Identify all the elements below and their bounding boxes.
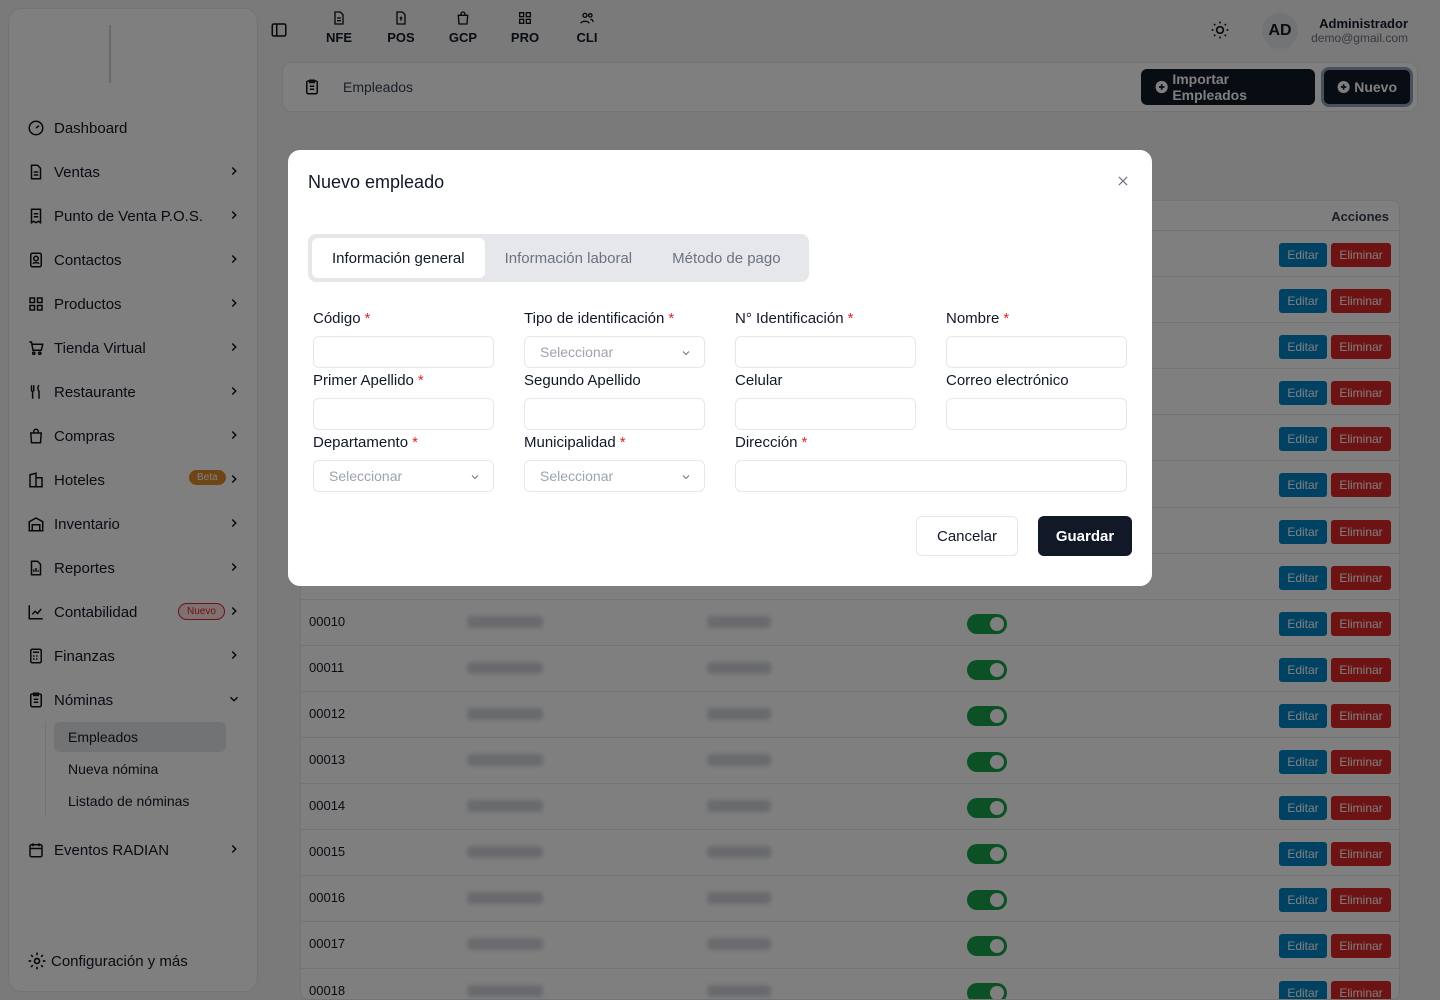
- correo-input[interactable]: [946, 398, 1127, 430]
- chevron-down-icon: [471, 475, 479, 480]
- codigo-label: Código *: [313, 310, 494, 330]
- nombre-input[interactable]: [946, 336, 1127, 368]
- codigo-field-group: Código *: [313, 310, 494, 368]
- required-mark: *: [847, 310, 854, 327]
- primer-apellido-input[interactable]: [313, 398, 494, 430]
- celular-input[interactable]: [735, 398, 916, 430]
- direccion-label: Dirección *: [735, 434, 1127, 454]
- modal-title: Nuevo empleado: [308, 172, 445, 192]
- direccion-field-group: Dirección *: [735, 434, 1127, 492]
- correo-label: Correo electrónico: [946, 372, 1069, 389]
- tipo-id-label: Tipo de identificación *: [524, 310, 705, 330]
- direccion-input[interactable]: [735, 460, 1127, 492]
- segundo-apellido-label: Segundo Apellido: [524, 372, 641, 389]
- label-text: Nombre: [946, 310, 1000, 327]
- tab-metodo-de-pago[interactable]: Método de pago: [652, 238, 800, 278]
- celular-label: Celular: [735, 372, 783, 389]
- chevron-down-icon: [682, 475, 690, 480]
- departamento-label: Departamento *: [313, 434, 494, 454]
- departamento-select[interactable]: Seleccionar: [313, 460, 494, 492]
- tipo-id-field-group: Tipo de identificación * Seleccionar: [524, 310, 705, 368]
- codigo-input[interactable]: [313, 336, 494, 368]
- num-id-input[interactable]: [735, 336, 916, 368]
- required-mark: *: [619, 434, 626, 451]
- label-text: Tipo de identificación: [524, 310, 665, 327]
- label-text: Código: [313, 310, 361, 327]
- label-text: Dirección: [735, 434, 798, 451]
- select-placeholder: Seleccionar: [329, 468, 403, 484]
- chevron-down-icon: [682, 351, 690, 356]
- primer-apellido-field-group: Primer Apellido *: [313, 372, 494, 430]
- tab-informacion-laboral[interactable]: Información laboral: [485, 238, 653, 278]
- tab-informacion-general[interactable]: Información general: [312, 238, 485, 278]
- nombre-field-group: Nombre *: [946, 310, 1127, 368]
- required-mark: *: [412, 434, 418, 451]
- required-mark: *: [364, 310, 371, 327]
- departamento-field-group: Departamento * Seleccionar: [313, 434, 494, 492]
- label-text: Departamento: [313, 434, 409, 451]
- primer-apellido-label: Primer Apellido *: [313, 372, 494, 392]
- required-mark: *: [801, 434, 808, 451]
- label-text: Primer Apellido: [313, 372, 414, 389]
- select-placeholder: Seleccionar: [540, 468, 614, 484]
- municipalidad-field-group: Municipalidad * Seleccionar: [524, 434, 705, 492]
- num-id-field-group: N° Identificación *: [735, 310, 916, 368]
- close-icon[interactable]: [1116, 174, 1130, 188]
- modal-tabs: Información general Información laboral …: [308, 234, 809, 282]
- cancel-button[interactable]: Cancelar: [916, 516, 1018, 556]
- correo-field-group: Correo electrónico: [946, 372, 1127, 430]
- label-text: Municipalidad: [524, 434, 616, 451]
- required-mark: *: [1003, 310, 1010, 327]
- segundo-apellido-field-group: Segundo Apellido: [524, 372, 705, 430]
- save-button[interactable]: Guardar: [1038, 516, 1132, 556]
- select-placeholder: Seleccionar: [540, 344, 614, 360]
- new-employee-modal: Nuevo empleado Información general Infor…: [288, 150, 1152, 586]
- nombre-label: Nombre *: [946, 310, 1127, 330]
- segundo-apellido-input[interactable]: [524, 398, 705, 430]
- required-mark: *: [417, 372, 424, 389]
- municipalidad-select[interactable]: Seleccionar: [524, 460, 705, 492]
- celular-field-group: Celular: [735, 372, 916, 430]
- num-id-label: N° Identificación *: [735, 310, 916, 330]
- label-text: N° Identificación: [735, 310, 844, 327]
- tipo-id-select[interactable]: Seleccionar: [524, 336, 705, 368]
- required-mark: *: [668, 310, 675, 327]
- municipalidad-label: Municipalidad *: [524, 434, 705, 454]
